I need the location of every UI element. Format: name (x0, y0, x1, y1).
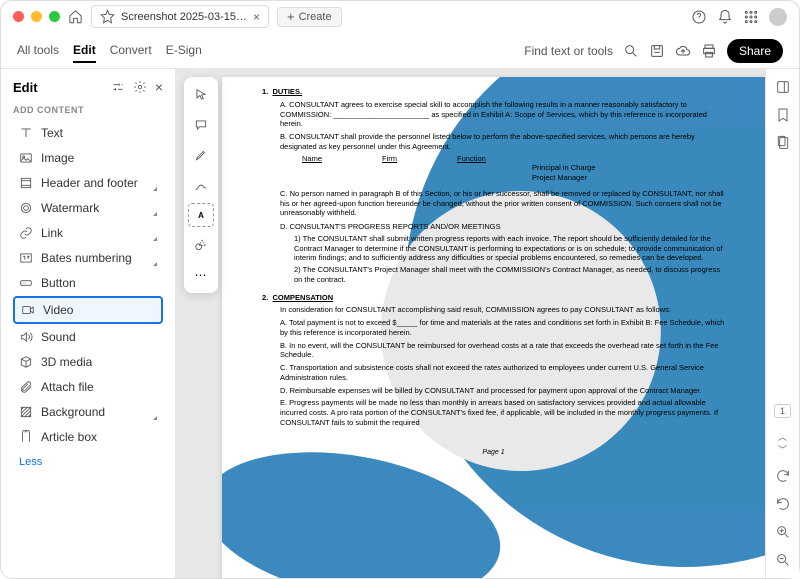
shapes-tool[interactable] (188, 233, 214, 257)
search-icon[interactable] (623, 43, 639, 59)
sidebar-title: Edit (13, 80, 38, 95)
sidebar-item-watermark[interactable]: Watermark (13, 196, 163, 220)
sidebar-item-sound[interactable]: Sound (13, 325, 163, 349)
sidebar-item-label: Watermark (41, 201, 99, 215)
panel-icon[interactable] (775, 79, 791, 95)
page-down-icon: ﹀ (778, 443, 787, 456)
tab-title: Screenshot 2025-03-15… (121, 11, 247, 23)
home-icon[interactable] (68, 9, 83, 24)
article-icon (19, 430, 33, 444)
close-sidebar-icon[interactable]: × (155, 79, 163, 95)
button-icon (19, 276, 33, 290)
sidebar-item-button[interactable]: Button (13, 271, 163, 295)
sidebar-item-label: Video (43, 303, 73, 317)
zoom-in-icon[interactable] (775, 524, 791, 540)
bates-icon (19, 251, 33, 265)
bookmark-icon[interactable] (775, 107, 791, 123)
headerfooter-icon (19, 176, 33, 190)
document-canvas: A ⋯ 1. DUTIES. A. CONSULTANT agrees to e… (176, 69, 765, 578)
image-icon (19, 151, 33, 165)
draw-tool[interactable] (188, 173, 214, 197)
link-icon (19, 226, 33, 240)
sidebar-item-label: Attach file (41, 380, 94, 394)
floating-toolbar: A ⋯ (184, 77, 218, 293)
sidebar-item-article-box[interactable]: Article box (13, 425, 163, 449)
zoom-out-icon[interactable] (775, 552, 791, 568)
right-sidebar: 1 ︿﹀ (765, 69, 799, 578)
create-button[interactable]: + Create (277, 7, 342, 27)
edit-sidebar: Edit × ADD CONTENT Text Image Header and f… (1, 69, 176, 578)
tab-e-sign[interactable]: E-Sign (166, 39, 202, 63)
page-nav[interactable]: ︿﹀ (778, 430, 787, 456)
find-label: Find text or tools (524, 44, 613, 58)
tab-convert[interactable]: Convert (110, 39, 152, 63)
page-number[interactable]: 1 (774, 404, 791, 418)
less-link[interactable]: Less (13, 450, 163, 474)
sidebar-section-label: ADD CONTENT (13, 105, 163, 115)
text-icon (19, 126, 33, 140)
background-icon (19, 405, 33, 419)
sidebar-item-label: Header and footer (41, 176, 138, 190)
profile-avatar[interactable] (769, 8, 787, 26)
sidebar-item-label: Background (41, 405, 105, 419)
tab-edit[interactable]: Edit (73, 39, 96, 63)
sidebar-item-label: Text (41, 126, 63, 140)
highlight-tool[interactable] (188, 143, 214, 167)
titlebar: Screenshot 2025-03-15… × + Create (1, 1, 799, 33)
cloud-upload-icon[interactable] (675, 43, 691, 59)
sidebar-item-3d-media[interactable]: 3D media (13, 350, 163, 374)
sidebar-item-image[interactable]: Image (13, 146, 163, 170)
sidebar-item-label: Article box (41, 430, 97, 444)
close-window[interactable] (13, 11, 24, 22)
textbox-tool[interactable]: A (188, 203, 214, 227)
sidebar-item-label: Bates numbering (41, 251, 132, 265)
save-icon[interactable] (649, 43, 665, 59)
cube-icon (19, 355, 33, 369)
pointer-tool[interactable] (188, 83, 214, 107)
comment-tool[interactable] (188, 113, 214, 137)
sidebar-item-background[interactable]: Background (13, 400, 163, 424)
sidebar-item-text[interactable]: Text (13, 121, 163, 145)
video-icon (21, 303, 35, 317)
document-tab[interactable]: Screenshot 2025-03-15… × (91, 5, 269, 28)
sidebar-item-label: Link (41, 226, 63, 240)
sidebar-item-header-and-footer[interactable]: Header and footer (13, 171, 163, 195)
sidebar-item-link[interactable]: Link (13, 221, 163, 245)
document-content: 1. DUTIES. A. CONSULTANT agrees to exerc… (222, 77, 765, 467)
share-button[interactable]: Share (727, 39, 783, 63)
sidebar-item-label: Button (41, 276, 76, 290)
minimize-window[interactable] (31, 11, 42, 22)
sidebar-item-attach-file[interactable]: Attach file (13, 375, 163, 399)
watermark-icon (19, 201, 33, 215)
main-toolbar: All tools Edit Convert E-Sign Find text or … (1, 33, 799, 69)
sidebar-item-video[interactable]: Video (13, 296, 163, 324)
document-page[interactable]: 1. DUTIES. A. CONSULTANT agrees to exerc… (222, 77, 765, 578)
sidebar-item-bates-numbering[interactable]: Bates numbering (13, 246, 163, 270)
adjust-icon[interactable] (111, 80, 125, 94)
apps-grid-icon[interactable] (743, 9, 759, 25)
sidebar-item-label: Image (41, 151, 74, 165)
page-up-icon: ︿ (778, 430, 787, 443)
sidebar-item-label: 3D media (41, 355, 92, 369)
sound-icon (19, 330, 33, 344)
close-tab-icon[interactable]: × (253, 10, 260, 24)
bell-icon[interactable] (717, 9, 733, 25)
help-icon[interactable] (691, 9, 707, 25)
rotate-ccw-icon[interactable] (775, 496, 791, 512)
attach-icon (19, 380, 33, 394)
print-icon[interactable] (701, 43, 717, 59)
sidebar-item-label: Sound (41, 330, 76, 344)
tab-all-tools[interactable]: All tools (17, 39, 59, 63)
window-controls (13, 11, 60, 22)
clipboard-icon[interactable] (775, 135, 791, 151)
more-tools-icon[interactable]: ⋯ (188, 263, 214, 287)
maximize-window[interactable] (49, 11, 60, 22)
rotate-cw-icon[interactable] (775, 468, 791, 484)
gear-icon[interactable] (133, 80, 147, 94)
star-icon (100, 9, 115, 24)
